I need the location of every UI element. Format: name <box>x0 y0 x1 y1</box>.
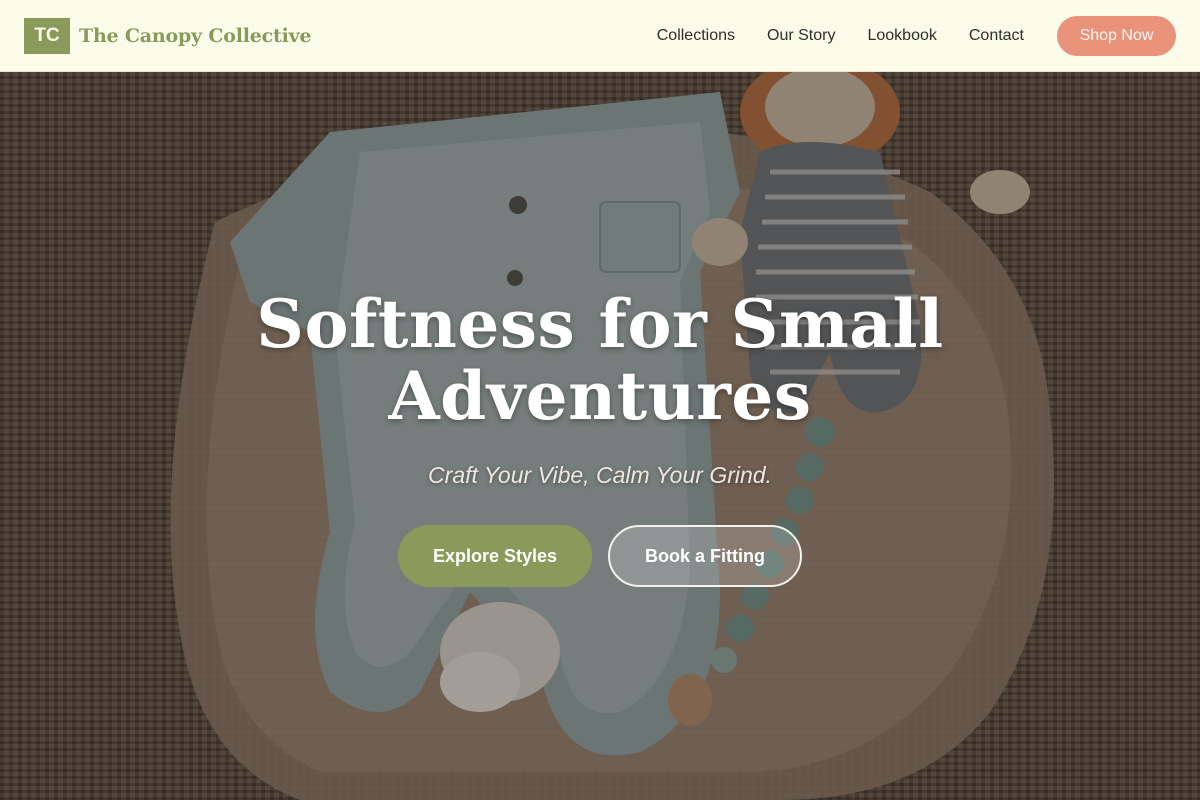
hero-title: Softness for Small Adventures <box>256 285 944 435</box>
brand-logo[interactable]: TC The Canopy Collective <box>24 17 312 54</box>
logo-mark: TC <box>24 17 70 54</box>
explore-styles-button[interactable]: Explore Styles <box>398 525 592 587</box>
nav-link-our-story[interactable]: Our Story <box>767 27 835 45</box>
brand-name: The Canopy Collective <box>79 24 312 47</box>
hero-actions: Explore Styles Book a Fitting <box>398 525 802 587</box>
hero-section: Softness for Small Adventures Craft Your… <box>0 72 1200 800</box>
main-nav: Collections Our Story Lookbook Contact <box>657 27 1024 45</box>
nav-link-collections[interactable]: Collections <box>657 27 735 45</box>
nav-link-contact[interactable]: Contact <box>969 27 1024 45</box>
shop-now-button[interactable]: Shop Now <box>1057 15 1176 56</box>
hero-tagline: Craft Your Vibe, Calm Your Grind. <box>428 462 772 488</box>
hero-content: Softness for Small Adventures Craft Your… <box>0 72 1200 800</box>
nav-link-lookbook[interactable]: Lookbook <box>867 27 936 45</box>
book-fitting-button[interactable]: Book a Fitting <box>608 525 802 587</box>
site-header: TC The Canopy Collective Collections Our… <box>0 0 1200 72</box>
